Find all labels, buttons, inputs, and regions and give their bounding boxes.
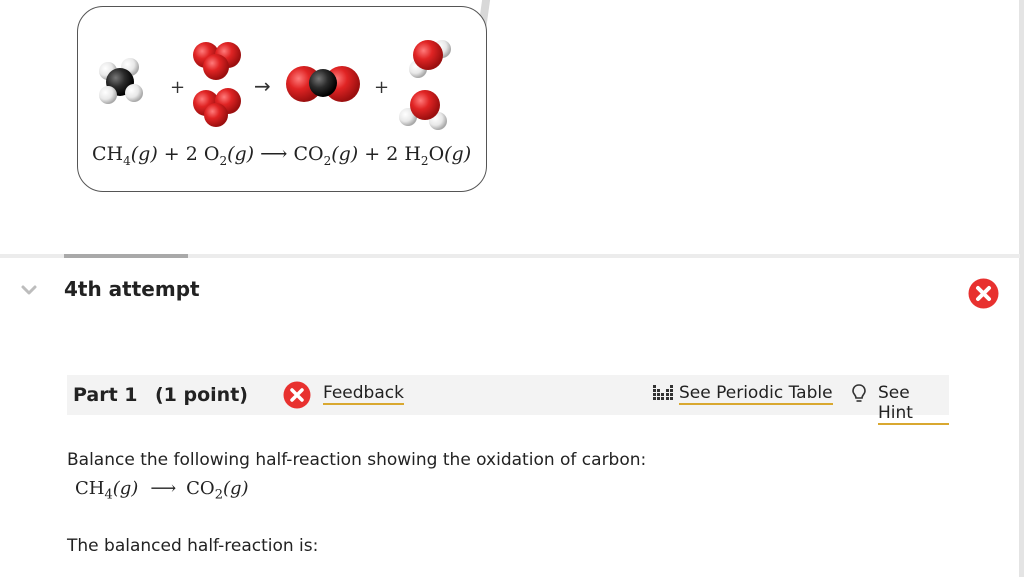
methane-molecule bbox=[99, 58, 143, 104]
water-molecule-2 bbox=[399, 90, 447, 130]
oxygen-molecule-1 bbox=[193, 42, 241, 80]
combustion-equation: CH4(g) + 2 O2(g) ⟶ CO2(g) + 2 H2O(g) bbox=[92, 143, 471, 168]
molecule-plus-1: + bbox=[170, 77, 185, 98]
attempt-title: 4th attempt bbox=[64, 277, 200, 301]
reaction-figure: + → + CH4(g) + 2 O2(g) ⟶ CO2(g) + 2 H2O(… bbox=[77, 6, 487, 192]
feedback-link[interactable]: Feedback bbox=[323, 383, 404, 405]
water-molecule-1 bbox=[409, 40, 451, 78]
oxygen-molecule-2 bbox=[193, 88, 241, 127]
hint-link[interactable]: See Hint bbox=[878, 383, 949, 425]
eq-o2: O bbox=[203, 143, 220, 165]
eq-ch4-sub: 4 bbox=[123, 153, 131, 168]
hr-product: CO bbox=[186, 478, 215, 499]
hr-reactant-sub: 4 bbox=[104, 487, 113, 503]
eq-o2-sub: 2 bbox=[219, 153, 228, 168]
question-prompt: Balance the following half-reaction show… bbox=[67, 450, 647, 470]
molecule-arrow: → bbox=[254, 74, 271, 98]
part-label: Part 1 bbox=[73, 384, 138, 406]
close-icon[interactable] bbox=[968, 278, 999, 309]
eq-state-2: (g) bbox=[227, 143, 255, 165]
eq-state-3: (g) bbox=[331, 143, 359, 165]
molecule-models: + → + bbox=[99, 40, 451, 130]
half-reaction: CH4(g) ⟶ CO2(g) bbox=[75, 478, 249, 503]
hr-reactant-state: (g) bbox=[112, 478, 139, 499]
hr-product-sub: 2 bbox=[214, 487, 223, 503]
lightbulb-icon bbox=[852, 384, 866, 402]
eq-h2o-o: O bbox=[428, 143, 445, 165]
eq-h2o-sub: 2 bbox=[420, 153, 429, 168]
answer-label: The balanced half-reaction is: bbox=[67, 536, 319, 556]
periodic-table-icon bbox=[653, 385, 673, 400]
periodic-table-link[interactable]: See Periodic Table bbox=[679, 383, 833, 405]
page-scroll-edge bbox=[1019, 0, 1024, 577]
part-header: Part 1 (1 point) Feedback See Periodic T… bbox=[67, 375, 949, 425]
eq-state-4: (g) bbox=[444, 143, 472, 165]
section-divider-active bbox=[64, 254, 188, 258]
eq-state-1: (g) bbox=[130, 143, 158, 165]
hr-reactant: CH bbox=[75, 478, 105, 499]
eq-co2: CO bbox=[293, 143, 324, 165]
part-points: (1 point) bbox=[155, 384, 248, 406]
eq-ch4: CH bbox=[92, 143, 124, 165]
carbon-dioxide-molecule bbox=[286, 66, 360, 102]
hr-arrow: ⟶ bbox=[150, 478, 177, 499]
error-icon bbox=[283, 381, 311, 409]
eq-plus-1: + 2 bbox=[157, 143, 204, 165]
molecule-plus-2: + bbox=[374, 77, 389, 98]
eq-arrow: ⟶ bbox=[254, 143, 294, 165]
eq-h2o-h: H bbox=[404, 143, 421, 165]
chevron-down-icon[interactable] bbox=[20, 283, 38, 297]
hr-product-state: (g) bbox=[222, 478, 249, 499]
eq-plus-2: + 2 bbox=[358, 143, 405, 165]
